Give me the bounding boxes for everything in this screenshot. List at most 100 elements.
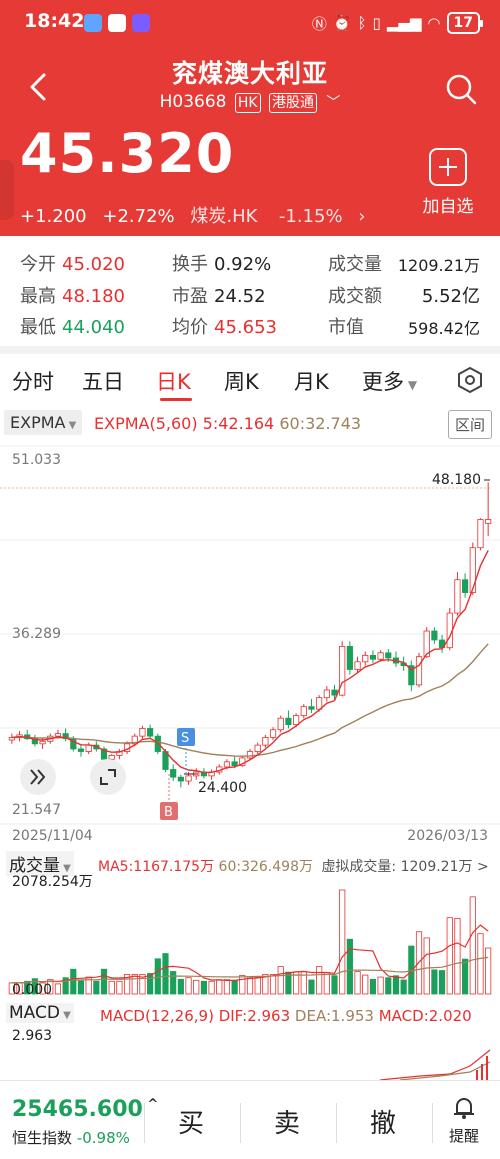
- caret-down-icon: ▼: [404, 378, 418, 392]
- amount-value: 5.52亿: [421, 286, 480, 307]
- change-row: +1.200 +2.72% 煤炭.HK -1.15% ›: [20, 202, 386, 228]
- candle-body: [277, 717, 284, 731]
- market-tag: HK: [234, 93, 261, 113]
- volume-bar: [369, 978, 377, 995]
- candle-body: [246, 751, 254, 759]
- sector-pct: -1.15%: [278, 206, 343, 227]
- side-float-handle[interactable]: [0, 160, 14, 220]
- caret-up-icon: ^: [142, 1097, 159, 1112]
- candle-body: [177, 776, 184, 782]
- kline-chart[interactable]: 51.033 36.289 21.547 48.180 24.400 S B: [0, 444, 500, 828]
- candle-body: [369, 654, 377, 660]
- active-tab-indicator: [160, 398, 192, 401]
- main-indicator-select[interactable]: EXPMA ▼: [4, 410, 83, 435]
- low-label: 最低: [20, 317, 56, 338]
- macd-value: MACD:2.020: [378, 1007, 472, 1025]
- expma-name: EXPMA(5,60): [94, 414, 198, 433]
- tab-more[interactable]: 更多 ▼: [362, 366, 417, 396]
- volume-bar: [216, 979, 223, 995]
- volume-value: 1209.21万: [397, 256, 480, 275]
- volume-bar: [185, 977, 192, 995]
- macd-select[interactable]: MACD ▼: [6, 1003, 74, 1023]
- high-value: 48.180: [62, 286, 125, 307]
- candle-body: [254, 744, 261, 752]
- price-change-pct: +2.72%: [102, 206, 175, 227]
- avg-price-value: 45.653: [214, 317, 277, 338]
- volume-bar: [277, 966, 284, 995]
- candle-body: [170, 769, 177, 778]
- volume-bar: [100, 968, 108, 995]
- volume-bar: [438, 970, 446, 995]
- connect-tag: 港股通: [269, 93, 317, 113]
- cancel-order-button[interactable]: 撤: [370, 1103, 396, 1140]
- date-start: 2025/11/04: [12, 828, 93, 844]
- period-tabs: 分时 五日 日K 周K 月K 更多 ▼: [0, 362, 500, 402]
- candle-body: [323, 689, 330, 699]
- range-button[interactable]: 区间: [447, 410, 492, 439]
- settings-icon[interactable]: [456, 366, 484, 394]
- tab-daily-k[interactable]: 日K: [156, 366, 191, 396]
- macd-select-label: MACD: [9, 1003, 60, 1023]
- volume-bar: [469, 896, 476, 995]
- open-value: 45.020: [62, 254, 125, 275]
- candle-body: [346, 646, 353, 670]
- fullscreen-button[interactable]: [90, 759, 126, 795]
- candle-body: [300, 706, 307, 717]
- volume-bar: [431, 969, 438, 995]
- y-axis-bottom: 21.547: [12, 802, 61, 818]
- candle-body: [231, 761, 238, 767]
- tab-intraday[interactable]: 分时: [12, 366, 54, 396]
- stock-name: 兖煤澳大利亚: [171, 59, 328, 88]
- tab-weekly-k[interactable]: 周K: [224, 366, 259, 396]
- stock-code-row[interactable]: H03668 HK 港股通 ﹀: [0, 92, 500, 113]
- volume-bar: [200, 980, 207, 995]
- mktcap-label: 市值: [328, 317, 364, 338]
- volume-bar: [116, 980, 123, 995]
- search-icon[interactable]: [444, 72, 478, 106]
- mktcap-value: 598.42亿: [408, 319, 480, 338]
- caret-down-icon: ▼: [65, 420, 77, 431]
- volume-bar: [154, 958, 161, 995]
- candle-body: [285, 717, 292, 726]
- sell-button[interactable]: 卖: [274, 1103, 300, 1140]
- volume-bar: [108, 980, 115, 995]
- status-bar: 18:42 Ⓝ ⏰ ᛒ ▯ ▂▄▆ ◠ 17: [0, 0, 500, 44]
- volume-bar: [377, 976, 384, 995]
- volume-bar: [254, 976, 261, 995]
- volume-bar: [400, 979, 407, 995]
- alarm-icon: ⏰: [332, 14, 352, 32]
- alert-button[interactable]: 提醒: [442, 1095, 486, 1146]
- candle-body: [108, 754, 115, 760]
- sector-link[interactable]: 煤炭.HK -1.15% ›: [190, 206, 375, 227]
- buy-button[interactable]: 买: [178, 1103, 204, 1140]
- candle-body: [354, 661, 361, 670]
- status-icons: Ⓝ ⏰ ᛒ ▯ ▂▄▆ ◠ 17: [312, 12, 484, 34]
- index-pct: -0.98%: [76, 1129, 130, 1147]
- candle-body: [385, 652, 392, 659]
- high-price-label: 48.180: [432, 472, 481, 488]
- tab-five-day[interactable]: 五日: [82, 366, 124, 396]
- add-watchlist-button[interactable]: 加自选: [418, 148, 478, 217]
- chevron-right-icon: ›: [358, 206, 366, 227]
- volume-bar: [77, 980, 85, 995]
- candle-body: [185, 775, 192, 782]
- candle-body: [331, 689, 338, 696]
- tab-monthly-k[interactable]: 月K: [294, 366, 329, 396]
- alert-label: 提醒: [448, 1127, 479, 1145]
- candle-body: [454, 579, 461, 614]
- candle-body: [85, 744, 92, 752]
- signal-icon: ▂▄▆: [386, 14, 422, 32]
- volume-bar: [331, 975, 338, 995]
- sector-name: 煤炭.HK: [190, 206, 258, 227]
- index-name: 恒生指数: [12, 1129, 73, 1147]
- fast-forward-button[interactable]: [20, 759, 56, 795]
- candles-group: [8, 482, 492, 788]
- expma-5: 5:42.164: [202, 414, 275, 433]
- main-indicator-label: EXPMA: [10, 413, 66, 432]
- volume-bar: [308, 979, 315, 995]
- candle-body: [54, 733, 62, 737]
- low-value: 44.040: [62, 317, 125, 338]
- high-label: 最高: [20, 286, 56, 307]
- index-value[interactable]: 25465.600 ^: [12, 1097, 158, 1122]
- volume-bar: [208, 980, 215, 995]
